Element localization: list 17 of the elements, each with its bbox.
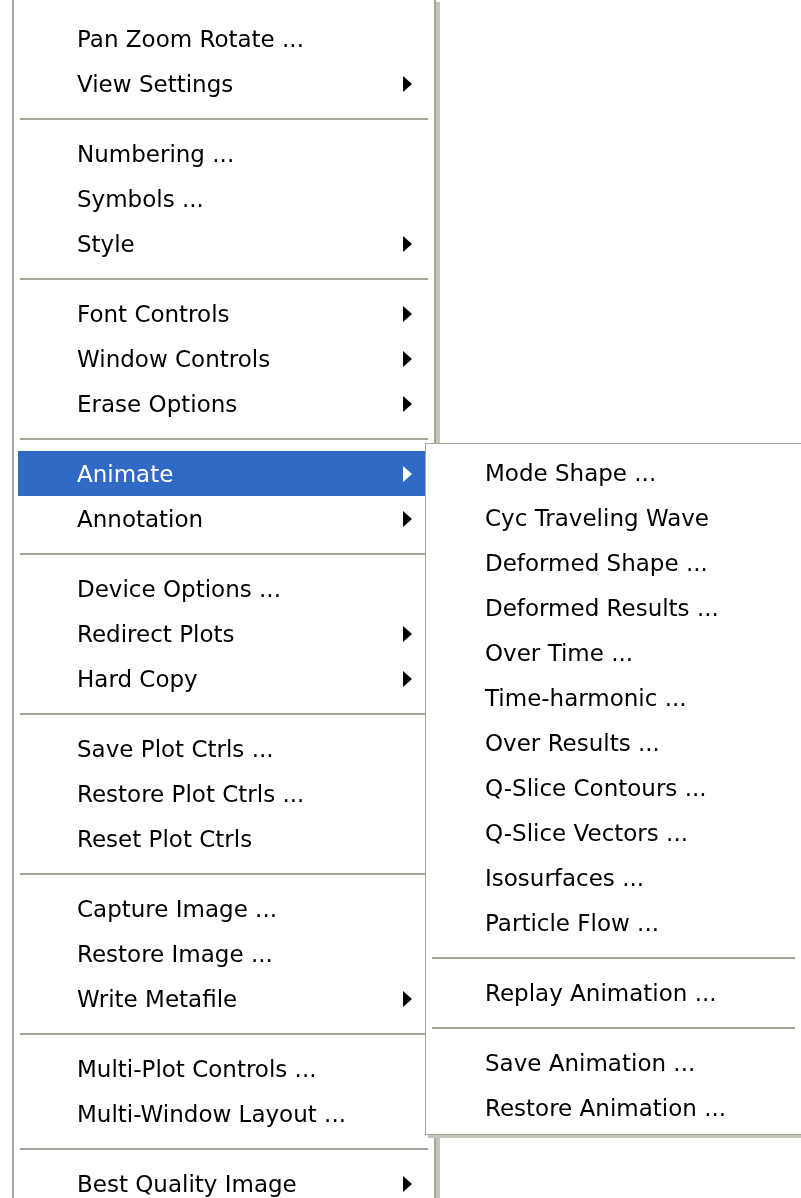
- menu-item[interactable]: Over Results ...: [426, 720, 801, 765]
- menu-item[interactable]: Style: [18, 221, 434, 266]
- menu-item[interactable]: Symbols ...: [18, 176, 434, 221]
- menu-item[interactable]: Window Controls: [18, 336, 434, 381]
- menu-item[interactable]: Isosurfaces ...: [426, 855, 801, 900]
- menu-item[interactable]: View Settings: [18, 61, 434, 106]
- menu-item[interactable]: Best Quality Image: [18, 1161, 434, 1198]
- menu-item[interactable]: Pan Zoom Rotate ...: [18, 16, 434, 61]
- menu-item[interactable]: Save Animation ...: [426, 1040, 801, 1085]
- menu-item[interactable]: Deformed Shape ...: [426, 540, 801, 585]
- menu-item[interactable]: Restore Animation ...: [426, 1085, 801, 1130]
- menu-item[interactable]: Erase Options: [18, 381, 434, 426]
- menu-item[interactable]: Particle Flow ...: [426, 900, 801, 945]
- menu-item[interactable]: Font Controls: [18, 291, 434, 336]
- menu-item[interactable]: Numbering ...: [18, 131, 434, 176]
- menu-item[interactable]: Q-Slice Contours ...: [426, 765, 801, 810]
- menu-item[interactable]: Q-Slice Vectors ...: [426, 810, 801, 855]
